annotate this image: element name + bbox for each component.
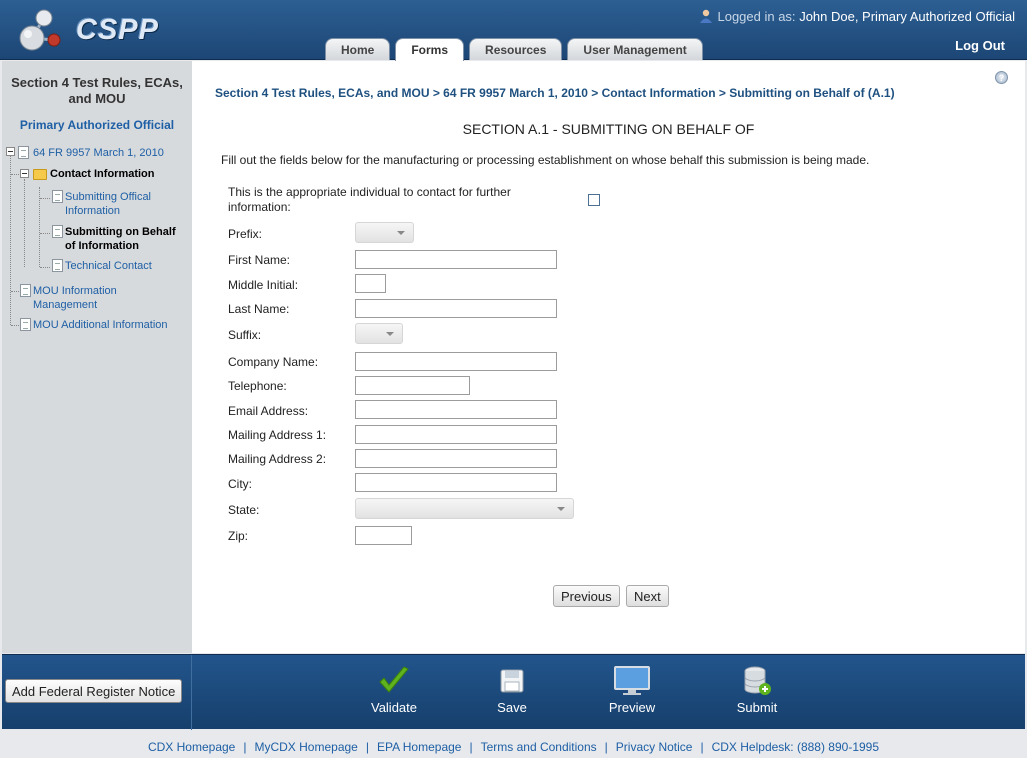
tree-line bbox=[40, 233, 50, 234]
collapse-root-icon[interactable] bbox=[6, 147, 15, 156]
tab-user-management[interactable]: User Management bbox=[567, 38, 703, 60]
company-name-label: Company Name: bbox=[228, 355, 319, 369]
footer-link-cdx-homepage[interactable]: CDX Homepage bbox=[148, 740, 235, 754]
logo-text: CSPP bbox=[76, 14, 159, 46]
cspp-logo[interactable]: CSPP bbox=[14, 8, 158, 52]
app-header: CSPP Logged in as: John Doe, Primary Aut… bbox=[0, 0, 1027, 61]
tree-item-contact-information[interactable]: Contact Information bbox=[50, 167, 155, 181]
previous-button[interactable]: Previous bbox=[553, 585, 620, 607]
next-button[interactable]: Next bbox=[626, 585, 669, 607]
footer-link-privacy[interactable]: Privacy Notice bbox=[616, 740, 693, 754]
validate-button[interactable]: Validate bbox=[359, 665, 429, 715]
collapse-contact-icon[interactable] bbox=[20, 169, 29, 178]
footer-link-epa-homepage[interactable]: EPA Homepage bbox=[377, 740, 462, 754]
email-input[interactable] bbox=[355, 400, 557, 419]
contact-question-label: This is the appropriate individual to co… bbox=[228, 185, 511, 214]
last-name-input[interactable] bbox=[355, 299, 557, 318]
city-label: City: bbox=[228, 477, 252, 491]
action-bar: Add Federal Register Notice Validate Sav… bbox=[2, 654, 1025, 730]
mailing-address-1-label: Mailing Address 1: bbox=[228, 428, 327, 442]
mailing-address-2-input[interactable] bbox=[355, 449, 557, 468]
document-icon bbox=[52, 259, 63, 272]
telephone-input[interactable] bbox=[355, 376, 470, 395]
monitor-icon bbox=[614, 666, 650, 695]
zip-input[interactable] bbox=[355, 526, 412, 545]
validate-label: Validate bbox=[370, 700, 417, 715]
save-label: Save bbox=[497, 700, 527, 715]
submit-button[interactable]: Submit bbox=[722, 665, 792, 715]
prefix-select[interactable] bbox=[355, 222, 414, 243]
mailing-address-1-input[interactable] bbox=[355, 425, 557, 444]
suffix-select[interactable] bbox=[355, 323, 403, 344]
company-name-input[interactable] bbox=[355, 352, 557, 371]
last-name-label: Last Name: bbox=[228, 302, 290, 316]
preview-button[interactable]: Preview bbox=[597, 665, 667, 715]
submit-label: Submit bbox=[736, 700, 778, 715]
tab-home[interactable]: Home bbox=[325, 38, 391, 60]
logged-in-status: Logged in as: John Doe, Primary Authoriz… bbox=[698, 9, 1015, 24]
tree-item-64fr[interactable]: 64 FR 9957 March 1, 2010 bbox=[33, 146, 164, 160]
tree-line bbox=[40, 198, 50, 199]
action-bar-left: Add Federal Register Notice bbox=[2, 655, 192, 730]
database-add-icon bbox=[744, 666, 771, 695]
instructions-text: Fill out the fields below for the manufa… bbox=[221, 153, 870, 167]
breadcrumb[interactable]: Section 4 Test Rules, ECAs, and MOU > 64… bbox=[215, 86, 895, 100]
sidebar: Section 4 Test Rules, ECAs, and MOU Prim… bbox=[2, 61, 201, 653]
footer-link-terms[interactable]: Terms and Conditions bbox=[481, 740, 597, 754]
section-title: SECTION A.1 - SUBMITTING ON BEHALF OF bbox=[462, 121, 755, 137]
preview-label: Preview bbox=[608, 700, 656, 715]
document-icon bbox=[20, 284, 31, 297]
middle-initial-input[interactable] bbox=[355, 274, 386, 293]
tree-item-mou-additional[interactable]: MOU Additional Information bbox=[33, 318, 168, 332]
logout-link[interactable]: Log Out bbox=[955, 38, 1005, 53]
tree-line bbox=[40, 267, 50, 268]
help-icon[interactable]: ? bbox=[995, 71, 1008, 84]
tree-item-mou-information[interactable]: MOU Information Management bbox=[33, 284, 143, 312]
footer-link-helpdesk[interactable]: CDX Helpdesk: (888) 890-1995 bbox=[712, 740, 879, 754]
main-tabs: Home Forms Resources User Management bbox=[325, 38, 703, 61]
tree-line bbox=[24, 179, 25, 267]
tab-resources[interactable]: Resources bbox=[469, 38, 563, 60]
state-label: State: bbox=[228, 503, 260, 517]
user-icon bbox=[700, 9, 713, 23]
tree-item-submitting-official[interactable]: Submitting Offical Information bbox=[65, 190, 185, 218]
save-button[interactable]: Save bbox=[477, 665, 547, 715]
sidebar-title: Section 4 Test Rules, ECAs, and MOU bbox=[11, 75, 183, 106]
floppy-disk-icon bbox=[500, 669, 524, 693]
tree-item-technical-contact[interactable]: Technical Contact bbox=[65, 259, 152, 273]
logged-in-prefix: Logged in as: bbox=[717, 9, 796, 24]
middle-initial-label: Middle Initial: bbox=[228, 278, 299, 292]
add-federal-register-notice-button[interactable]: Add Federal Register Notice bbox=[5, 679, 183, 703]
telephone-label: Telephone: bbox=[228, 379, 287, 393]
molecule-logo-icon bbox=[19, 9, 61, 51]
city-input[interactable] bbox=[355, 473, 557, 492]
zip-label: Zip: bbox=[228, 529, 249, 543]
state-select[interactable] bbox=[355, 498, 574, 519]
checkmark-icon bbox=[379, 666, 409, 693]
logged-in-user: John Doe, Primary Authorized Official bbox=[799, 9, 1015, 24]
email-label: Email Address: bbox=[228, 404, 309, 418]
footer-links: CDX Homepage | MyCDX Homepage | EPA Homepage… bbox=[147, 740, 880, 754]
main-content: ? Section 4 Test Rules, ECAs, and MOU > … bbox=[192, 61, 1025, 653]
folder-icon bbox=[33, 169, 47, 180]
tab-forms[interactable]: Forms bbox=[395, 38, 465, 61]
mailing-address-2-label: Mailing Address 2: bbox=[228, 452, 327, 466]
document-icon bbox=[52, 190, 63, 203]
document-icon bbox=[18, 146, 29, 159]
tree-line bbox=[39, 187, 40, 267]
sidebar-role: Primary Authorized Official bbox=[19, 118, 175, 132]
prefix-label: Prefix: bbox=[228, 227, 263, 241]
document-icon bbox=[52, 225, 63, 238]
tree-item-submitting-on-behalf[interactable]: Submitting on Behalf of Information bbox=[65, 225, 187, 253]
contact-checkbox[interactable] bbox=[588, 194, 600, 206]
first-name-label: First Name: bbox=[228, 253, 291, 267]
document-icon bbox=[20, 318, 31, 331]
tree-line bbox=[10, 155, 11, 325]
first-name-input[interactable] bbox=[355, 250, 557, 269]
footer-link-mycdx-homepage[interactable]: MyCDX Homepage bbox=[254, 740, 357, 754]
suffix-label: Suffix: bbox=[228, 328, 262, 342]
